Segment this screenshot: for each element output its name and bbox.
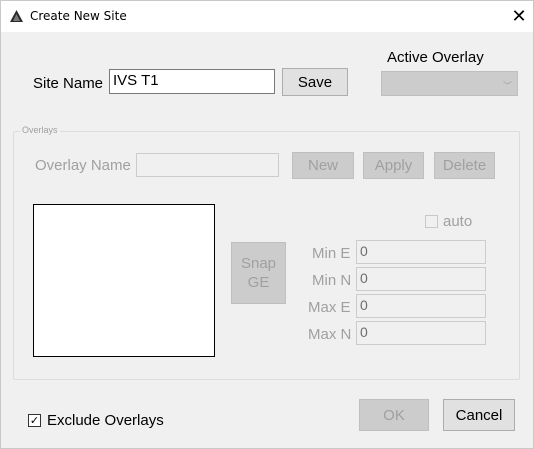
title-bar: Create New Site ✕ [1,1,533,32]
create-new-site-dialog: Create New Site ✕ Site Name IVS T1 Save … [0,0,534,449]
overlay-name-input[interactable] [136,153,279,177]
exclude-overlays-checkbox[interactable]: ✓ [28,414,41,427]
max-e-label: Max E [308,299,351,316]
max-n-label: Max N [308,326,352,343]
min-n-label: Min N [312,272,352,289]
check-icon: ✓ [29,414,40,427]
cancel-button[interactable]: Cancel [443,399,515,431]
window-title: Create New Site [30,9,127,23]
chevron-down-icon: ﹀ [502,82,512,92]
ok-button[interactable]: OK [359,399,429,431]
site-name-label: Site Name [33,75,104,92]
min-e-label: Min E [312,245,351,262]
close-icon: ✕ [511,6,527,27]
save-button[interactable]: Save [282,68,348,96]
active-overlay-label: Active Overlay [387,49,484,66]
snap-ge-label-line1: Snap [240,255,277,272]
overlays-group-label: Overlays [20,125,60,135]
max-n-input[interactable]: 0 [356,321,486,345]
new-overlay-button[interactable]: New [292,152,354,179]
active-overlay-select[interactable]: ﹀ [381,71,518,96]
snap-ge-label-line2: GE [247,274,270,291]
app-logo-icon [10,10,23,22]
min-n-input[interactable]: 0 [356,267,486,291]
delete-button[interactable]: Delete [434,152,495,179]
max-e-input[interactable]: 0 [356,294,486,318]
close-button[interactable]: ✕ [505,3,533,30]
exclude-overlays-label: Exclude Overlays [47,412,164,429]
apply-button[interactable]: Apply [363,152,424,179]
overlay-name-label: Overlay Name [35,157,131,174]
snap-ge-button[interactable]: Snap GE [231,242,286,304]
auto-label: auto [443,213,473,230]
auto-checkbox[interactable] [425,215,438,228]
site-name-input[interactable]: IVS T1 [109,69,275,94]
overlay-preview [33,204,215,357]
min-e-input[interactable]: 0 [356,240,486,264]
